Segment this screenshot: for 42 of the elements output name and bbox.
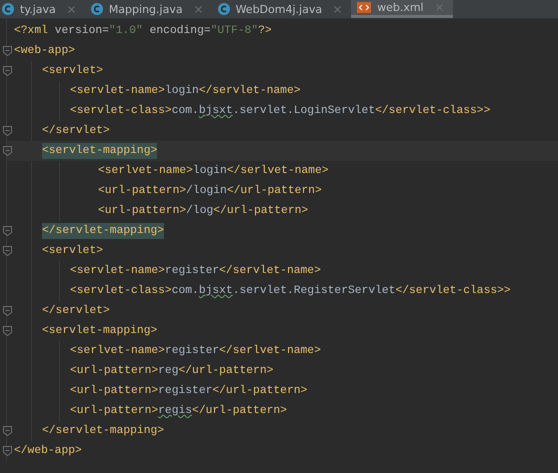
fold-icon[interactable] — [3, 446, 12, 456]
code-line: <url-pattern>regis</url-pattern> — [70, 404, 287, 419]
close-icon[interactable] — [194, 6, 202, 12]
code-line: </web-app> — [14, 444, 82, 459]
class-file-icon — [218, 3, 230, 15]
code-line: <url-pattern>reg</url-pattern> — [70, 364, 274, 379]
code-line: <servlet> — [42, 64, 104, 79]
fold-icon[interactable] — [3, 246, 12, 256]
code-line: <url-pattern>register</url-pattern> — [70, 384, 308, 399]
code-line: </servlet> — [42, 124, 110, 139]
code-line: <?xml version="1.0" encoding="UTF-8"?> — [14, 24, 272, 39]
class-file-icon — [90, 3, 103, 15]
code-line: <servlet-class>com.bjsxt.servlet.LoginServlet</servlet-class>> — [70, 104, 490, 119]
code-line: <servlet-mapping> — [42, 324, 158, 339]
fold-icon[interactable] — [3, 66, 12, 76]
close-icon[interactable] — [436, 4, 443, 11]
fold-icon[interactable] — [3, 326, 12, 336]
code-line: <servlet-name>login</servlet-name> — [70, 84, 301, 99]
fold-icon[interactable] — [3, 46, 12, 56]
code-line: <serlvet-name>login</serlvet-name> — [98, 164, 329, 179]
code-line: <url-pattern>/log</url-pattern> — [98, 204, 308, 219]
code-line: <servlet-name>register</servlet-name> — [70, 264, 321, 279]
close-icon[interactable] — [334, 6, 342, 12]
fold-icon[interactable] — [3, 226, 12, 236]
close-icon[interactable] — [68, 6, 75, 12]
fold-icon[interactable] — [3, 306, 12, 316]
code-line: <url-pattern>/login</url-pattern> — [98, 184, 322, 199]
code-line: </servlet-mapping> — [42, 424, 164, 439]
editor-tab[interactable]: WebDom4j.java — [212, 0, 352, 18]
code-line: <servlet> — [42, 244, 104, 259]
editor-tab[interactable]: Mapping.java — [84, 0, 212, 18]
code-line: </servlet> — [42, 304, 110, 319]
fold-icon[interactable] — [3, 146, 12, 156]
code-line: <servlet-class>com.bjsxt.servlet.RegisterServlet</servlet-class>> — [70, 284, 511, 299]
fold-icon[interactable] — [3, 126, 12, 136]
class-file-icon — [2, 3, 14, 15]
code-line: <serlvet-name>register</serlvet-name> — [70, 344, 321, 359]
editor-tab[interactable]: ty.java — [0, 0, 85, 18]
fold-icon[interactable] — [3, 426, 12, 436]
xml-file-icon — [357, 2, 372, 13]
code-line: <web-app> — [14, 44, 76, 59]
editor-tab[interactable]: web.xml — [351, 0, 453, 18]
